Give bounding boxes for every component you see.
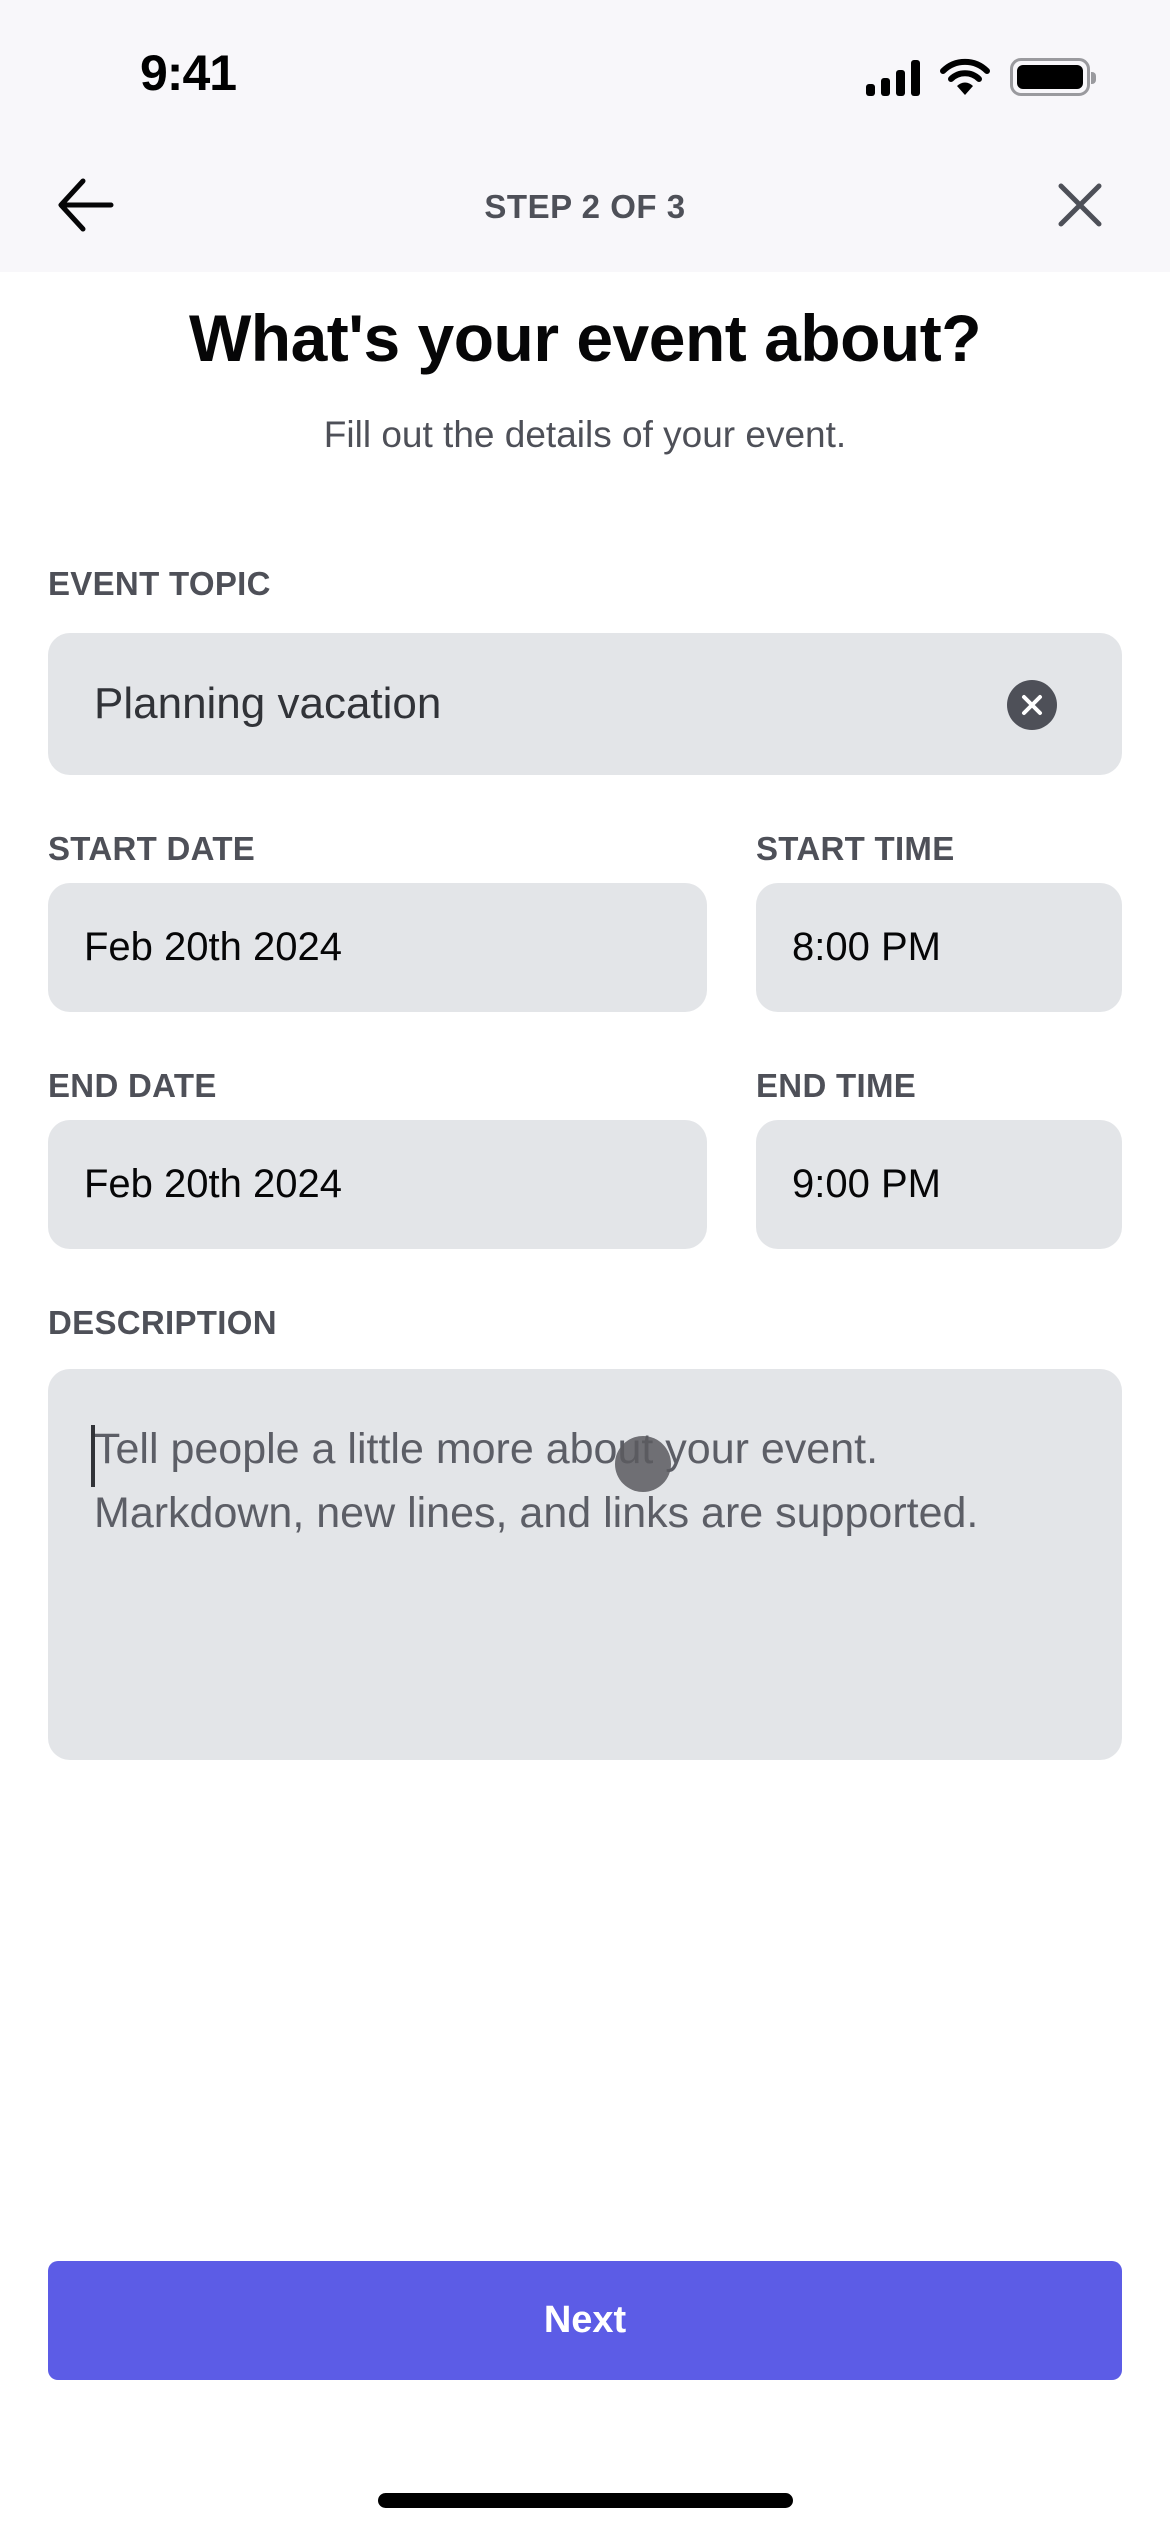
description-textarea[interactable]: Tell people a little more about your eve…: [48, 1369, 1122, 1760]
start-time-value: 8:00 PM: [792, 925, 941, 969]
end-date-label: END DATE: [48, 1067, 217, 1104]
page-subtitle: Fill out the details of your event.: [323, 414, 847, 455]
description-label: DESCRIPTION: [48, 1304, 277, 1341]
end-date-value: Feb 20th 2024: [84, 1162, 342, 1206]
end-date-input[interactable]: Feb 20th 2024: [48, 1120, 707, 1249]
start-date-value: Feb 20th 2024: [84, 925, 342, 969]
touch-indicator: [615, 1436, 671, 1492]
event-topic-input[interactable]: Planning vacation: [48, 633, 1122, 775]
clear-topic-button[interactable]: [1007, 680, 1057, 730]
text-caret: [91, 1425, 95, 1487]
next-button[interactable]: Next: [48, 2261, 1122, 2380]
close-icon: [1058, 183, 1102, 227]
event-topic-value: Planning vacation: [94, 679, 442, 728]
description-placeholder-line-2: Markdown, new lines, and links are suppo…: [94, 1489, 979, 1537]
description-placeholder-line-1: Tell people a little more about your eve…: [94, 1425, 879, 1473]
wifi-icon: [940, 58, 990, 95]
description-placeholder: Tell people a little more about your eve…: [91, 1417, 979, 1545]
top-bar: [0, 0, 1170, 272]
start-time-label: START TIME: [756, 830, 955, 867]
event-topic-label: EVENT TOPIC: [48, 565, 271, 602]
end-time-value: 9:00 PM: [792, 1162, 941, 1206]
end-time-label: END TIME: [756, 1067, 917, 1104]
close-button[interactable]: [1050, 175, 1110, 235]
status-icons: [866, 58, 1096, 96]
home-indicator: [378, 2493, 793, 2508]
start-date-label: START DATE: [48, 830, 256, 867]
cellular-signal-icon: [866, 58, 920, 96]
page-title: What's your event about?: [188, 301, 982, 375]
start-date-input[interactable]: Feb 20th 2024: [48, 883, 707, 1012]
status-time: 9:41: [140, 45, 237, 101]
end-time-input[interactable]: 9:00 PM: [756, 1120, 1122, 1249]
clear-circle-icon: [1022, 695, 1042, 715]
step-indicator: STEP 2 OF 3: [484, 188, 686, 225]
battery-icon: [1010, 58, 1096, 96]
start-time-input[interactable]: 8:00 PM: [756, 883, 1122, 1012]
